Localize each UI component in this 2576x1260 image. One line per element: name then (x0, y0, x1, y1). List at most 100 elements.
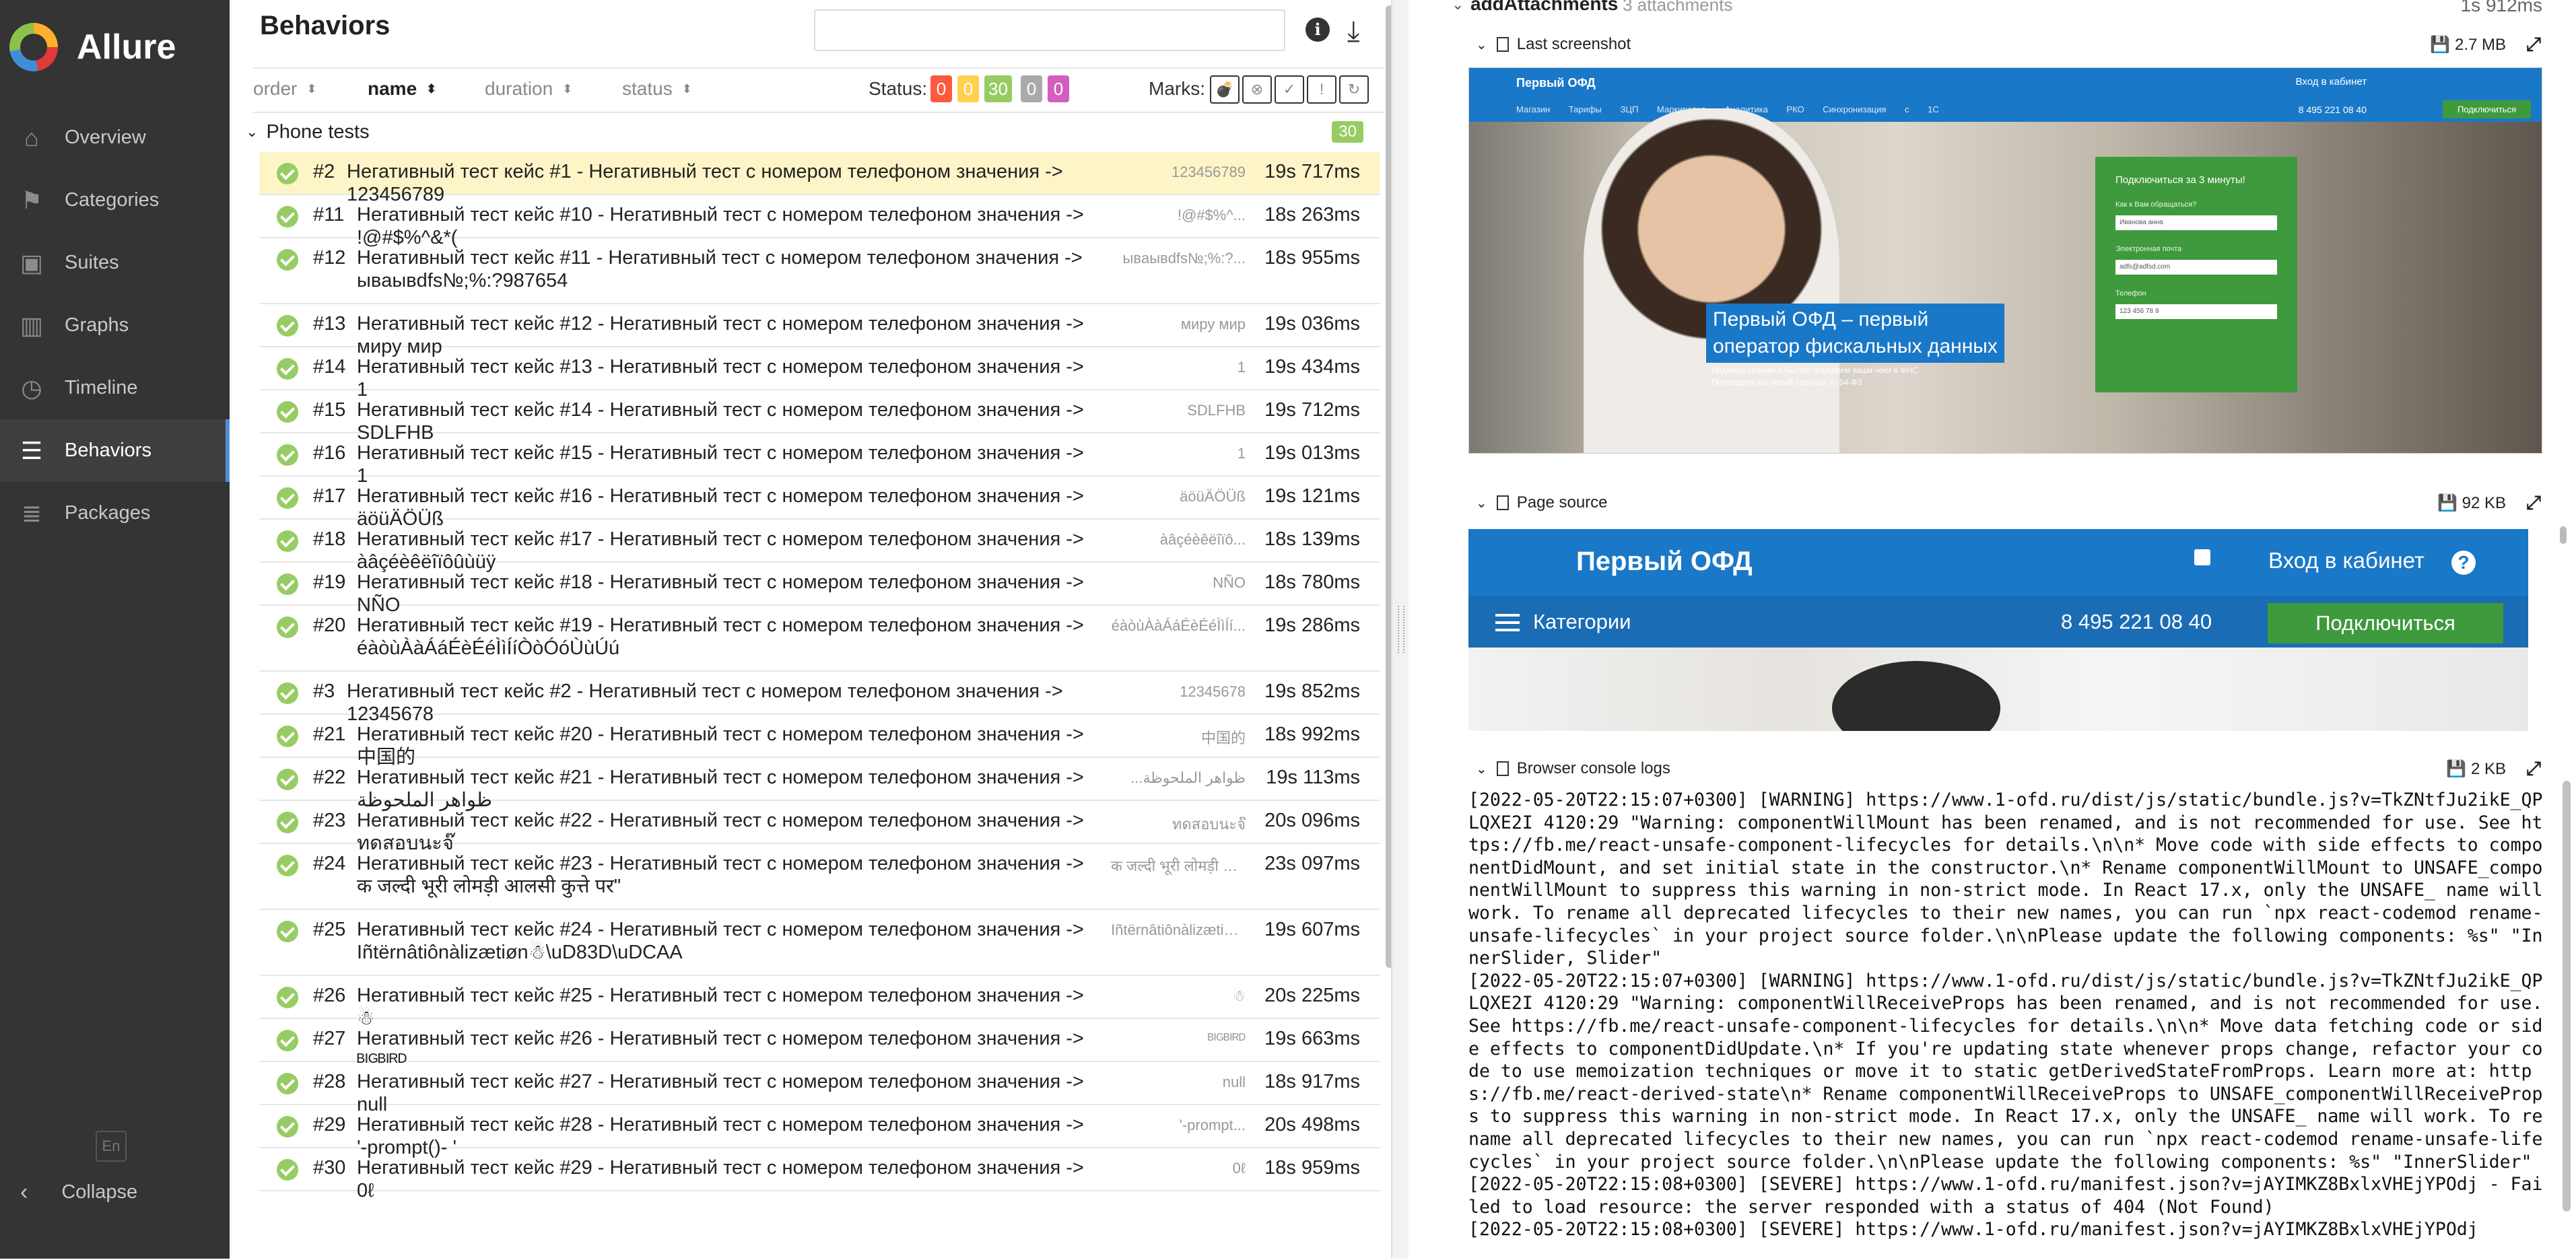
passed-status-icon (277, 617, 298, 638)
language-switch[interactable]: En (96, 1131, 127, 1162)
sidebar-item-behaviors[interactable]: ☰ Behaviors (0, 419, 230, 482)
table-row[interactable]: #30 Негативный тест кейс #29 - Негативный… (259, 1148, 1380, 1201)
sidebar-item-categories[interactable]: ⚑ Categories (0, 169, 230, 232)
test-duration: 18s 992ms (1264, 724, 1360, 745)
passed-status-icon (277, 358, 298, 380)
page-source-scrollbar[interactable] (2560, 526, 2567, 544)
form-label: Электронная почта (2115, 245, 2182, 253)
test-parameter: ☃ (1232, 987, 1246, 1004)
status-filter-label: Status: (869, 78, 928, 99)
test-number: #22 (313, 767, 346, 788)
mark-flaky-icon[interactable]: 💣 (1210, 75, 1240, 104)
table-row[interactable]: #27 Негативный тест кейс #26 - Негативный… (259, 1019, 1380, 1072)
table-row[interactable]: #16 Негативный тест кейс #15 - Негативный… (259, 433, 1380, 487)
mark-new-passed-icon[interactable]: ✓ (1275, 75, 1304, 104)
pane-splitter[interactable] (1391, 0, 1410, 1259)
mark-new-broken-icon[interactable]: ! (1307, 75, 1336, 104)
attachment-header-screenshot[interactable]: ⌄ Last screenshot 💾 2.7 MB ⤢ (1476, 31, 2546, 58)
sort-order[interactable]: order ⬍ (253, 78, 316, 100)
expand-icon[interactable]: ⤢ (2526, 758, 2541, 780)
table-row[interactable]: #13 Негативный тест кейс #12 - Негативный… (259, 304, 1380, 357)
test-number: #3 (313, 680, 335, 702)
attachment-size: 💾 2 KB (2446, 759, 2506, 778)
table-row[interactable]: #24 Негативный тест кейс #23 - Негативный… (259, 844, 1380, 910)
test-number: #18 (313, 528, 346, 550)
sort-name[interactable]: name ⬍ (368, 78, 436, 100)
table-row[interactable]: #20 Негативный тест кейс #19 - Негативный… (259, 606, 1380, 672)
passed-status-icon (277, 206, 298, 228)
test-duration: 19s 663ms (1264, 1028, 1360, 1049)
test-parameter: 0ℓ (1232, 1160, 1246, 1177)
table-row[interactable]: #17 Негативный тест кейс #16 - Негативный… (259, 477, 1380, 530)
passed-status-icon (277, 682, 298, 704)
sidebar-item-overview[interactable]: ⌂ Overview (0, 106, 230, 169)
page-source-attachment[interactable]: Первый ОФД Вход в кабинет ? Категории 8 … (1468, 529, 2528, 731)
test-duration: 19s 607ms (1264, 919, 1360, 940)
status-unknown-badge[interactable]: 0 (1048, 75, 1069, 102)
search-input[interactable] (814, 9, 1285, 51)
step-attachment-count: 3 attachments (1623, 0, 1733, 15)
expand-icon[interactable]: ⤢ (2526, 492, 2541, 514)
collapse-button[interactable]: ‹ Collapse (15, 1179, 137, 1205)
status-broken-badge[interactable]: 0 (957, 75, 979, 102)
sort-order-label: order (253, 78, 298, 99)
app-logo[interactable]: Allure (0, 0, 230, 94)
sort-arrows-icon: ⬍ (306, 82, 317, 96)
download-icon[interactable]: ⤓ (1347, 15, 1360, 48)
screenshot-attachment[interactable]: Первый ОФД Вход в кабинет Магазин Тарифы… (1468, 67, 2542, 454)
sort-bar: order ⬍ name ⬍ duration ⬍ status ⬍ Status: 0… (253, 67, 1384, 113)
chevron-down-icon: ⌄ (1476, 495, 1487, 511)
briefcase-icon: ▣ (20, 248, 43, 277)
sort-duration[interactable]: duration ⬍ (485, 78, 572, 100)
site-phone: 8 495 221 08 40 (2298, 104, 2367, 115)
form-label: Телефон (2115, 289, 2146, 298)
detail-scrollbar[interactable] (2563, 781, 2571, 1212)
step-title[interactable]: addAttachments (1470, 0, 1618, 15)
table-row[interactable]: #29 Негативный тест кейс #28 - Негативный… (259, 1105, 1380, 1158)
chevron-down-icon[interactable]: ⌄ (1452, 0, 1464, 13)
table-row[interactable]: #2 Негативный тест кейс #1 - Негативный т… (259, 152, 1380, 205)
table-row[interactable]: #28 Негативный тест кейс #27 - Негативный… (259, 1062, 1380, 1115)
passed-status-icon (277, 1030, 298, 1051)
info-icon[interactable]: i (1306, 18, 1330, 42)
passed-status-icon (277, 444, 298, 466)
table-row[interactable]: #11 Негативный тест кейс #10 - Негативный… (259, 195, 1380, 248)
table-row[interactable]: #23 Негативный тест кейс #22 - Негативный… (259, 801, 1380, 854)
status-skipped-badge[interactable]: 0 (1021, 75, 1042, 102)
mark-retries-icon[interactable]: ↻ (1339, 75, 1369, 104)
sort-status[interactable]: status ⬍ (622, 78, 692, 100)
table-row[interactable]: #14 Негативный тест кейс #13 - Негативный… (259, 347, 1380, 400)
sidebar-item-packages[interactable]: ≣ Packages (0, 482, 230, 545)
test-number: #28 (313, 1071, 346, 1092)
sidebar-item-graphs[interactable]: ▥ Graphs (0, 294, 230, 357)
table-row[interactable]: #12 Негативный тест кейс #11 - Негативный… (259, 238, 1380, 304)
expand-icon[interactable]: ⤢ (2526, 34, 2541, 56)
sidebar-item-suites[interactable]: ▣ Suites (0, 232, 230, 294)
table-row[interactable]: #22 Негативный тест кейс #21 - Негативный… (259, 758, 1380, 811)
table-row[interactable]: #15 Негативный тест кейс #14 - Негативный… (259, 390, 1380, 444)
passed-status-icon (277, 530, 298, 552)
test-duration: 19s 113ms (1266, 767, 1360, 788)
status-failed-badge[interactable]: 0 (930, 75, 952, 102)
table-row[interactable]: #21 Негативный тест кейс #20 - Негативный… (259, 715, 1380, 768)
status-passed-badge[interactable]: 30 (984, 75, 1012, 102)
sidebar-item-timeline[interactable]: ◷ Timeline (0, 357, 230, 419)
sort-status-label: status (622, 78, 673, 99)
stack-icon: ≣ (21, 499, 42, 527)
table-row[interactable]: #18 Негативный тест кейс #17 - Негативный… (259, 520, 1380, 573)
table-row[interactable]: #19 Негативный тест кейс #18 - Негативный… (259, 563, 1380, 616)
app-name: Allure (77, 28, 176, 67)
attachment-header-page-source[interactable]: ⌄ Page source 💾 92 KB ⤢ (1476, 489, 2546, 516)
passed-status-icon (277, 573, 298, 595)
mark-new-failed-icon[interactable]: ⊗ (1242, 75, 1272, 104)
test-duration: 20s 498ms (1264, 1114, 1360, 1135)
group-phone-tests[interactable]: ⌄ Phone tests 30 (246, 116, 1363, 148)
table-row[interactable]: #25 Негативный тест кейс #24 - Негативный… (259, 910, 1380, 976)
attachment-header-console-logs[interactable]: ⌄ Browser console logs 💾 2 KB ⤢ (1476, 755, 2546, 782)
table-row[interactable]: #3 Негативный тест кейс #2 - Негативный т… (259, 672, 1380, 725)
table-row[interactable]: #26 Негативный тест кейс #25 - Негативный… (259, 976, 1380, 1029)
test-duration: 18s 917ms (1264, 1071, 1360, 1092)
site-login: Вход в кабинет (2295, 76, 2367, 88)
test-duration: 18s 959ms (1264, 1157, 1360, 1179)
test-parameter: 中国的 (1200, 730, 1246, 746)
